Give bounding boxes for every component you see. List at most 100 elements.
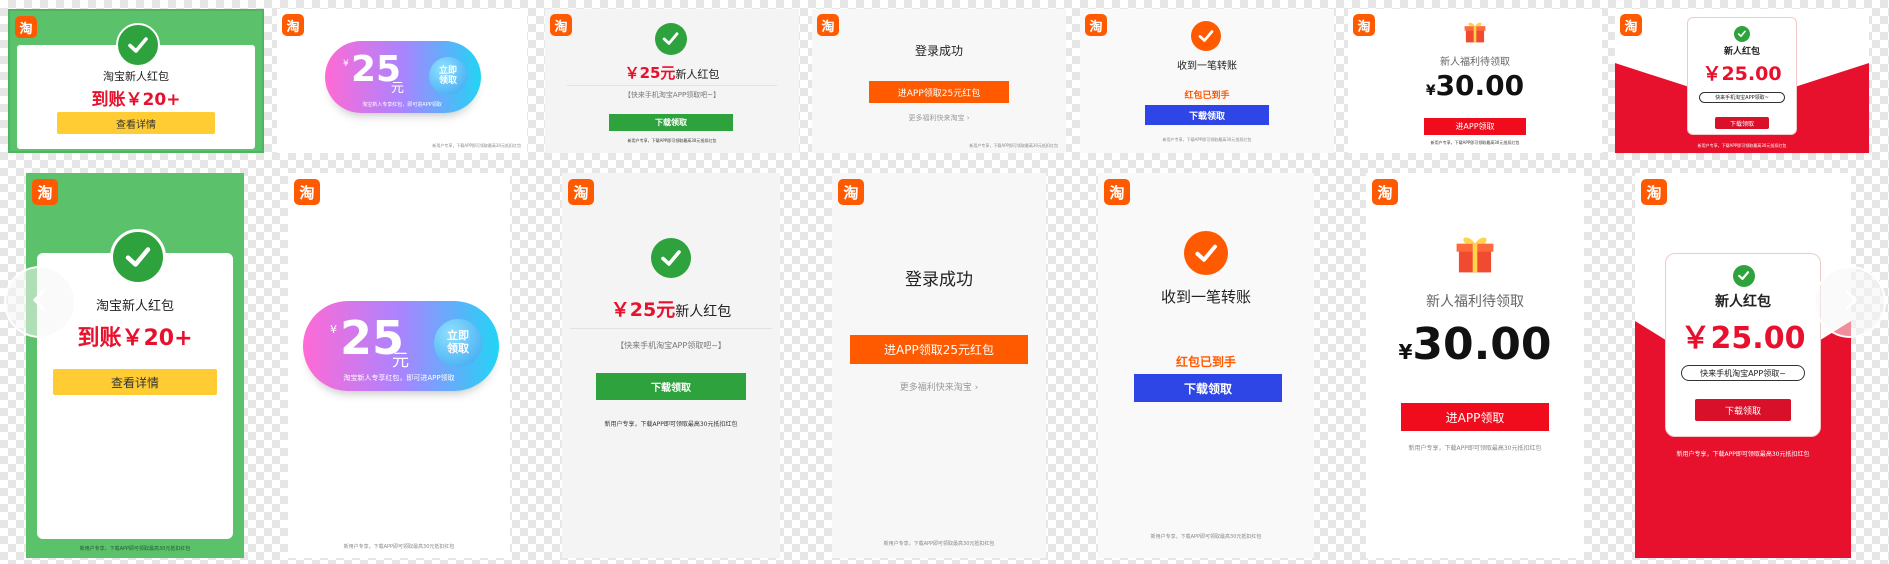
download-claim-button[interactable]: 下载领取 (596, 373, 746, 400)
check-icon (1733, 265, 1755, 287)
footer-note: 新用户专享，下载APP即可领取最高30元抵扣红包 (1150, 534, 1262, 540)
check-icon (1184, 231, 1228, 275)
thumb-card-login-success[interactable]: 淘 登录成功 进APP领取25元红包 更多福利快来淘宝 › 新用户专享，下载AP… (812, 9, 1066, 153)
preview-card-new-user-benefit[interactable]: 淘 新人福利待领取 ¥30.00 进APP领取 新用户专享，下载APP即可领取最… (1366, 173, 1584, 558)
app-tag: 快来手机淘宝APP领取~ (1699, 92, 1785, 103)
preview-card-login-success[interactable]: 淘 登录成功 进APP领取25元红包 更多福利快来淘宝 › 新用户专享，下载AP… (832, 173, 1046, 558)
download-claim-button[interactable]: 下载领取 (1134, 374, 1282, 402)
check-icon (651, 238, 691, 278)
footer-note: 新用户专享，下载APP即可领取最高30元抵扣红包 (604, 421, 738, 428)
enter-app-button[interactable]: 进APP领取25元红包 (869, 81, 1009, 103)
carousel-prev-button[interactable] (4, 266, 76, 338)
card-title: 收到一笔转账 (1177, 61, 1237, 72)
taobao-logo-icon: 淘 (282, 14, 304, 36)
more-benefits-link[interactable]: 更多福利快来淘宝 › (812, 113, 1066, 123)
taobao-logo-icon: 淘 (32, 179, 58, 205)
taobao-logo-icon: 淘 (568, 179, 594, 205)
card-title: 收到一笔转账 (1160, 288, 1251, 306)
enter-app-claim-button[interactable]: 进APP领取 (1424, 118, 1526, 135)
taobao-logo-icon: 淘 (1104, 179, 1130, 205)
download-claim-button[interactable]: 下载领取 (1145, 105, 1269, 125)
check-icon (655, 23, 687, 55)
preview-card-download-green[interactable]: 淘 ￥25元新人红包 【快来手机淘宝APP领取吧~】 下载领取 新用户专享，下载… (562, 173, 780, 558)
check-icon (110, 229, 166, 285)
more-benefits-link[interactable]: 更多福利快来淘宝 › (832, 380, 1046, 393)
bubble-line1: 立即 (438, 65, 457, 76)
preview-card-green-envelope[interactable]: 淘 淘宝新人红包 到账￥20+ 查看详情 新用户专享，下载APP即可领取最高30… (26, 173, 244, 558)
taobao-logo-icon: 淘 (1620, 14, 1642, 36)
currency-symbol: ¥ (1425, 83, 1436, 99)
preview-card-gradient-pill[interactable]: 淘 ¥ 25 元 立即 领取 淘宝新人专享红包，即可进APP领取 新用户专享，下载… (288, 173, 510, 558)
thumb-card-transfer-received[interactable]: 淘 收到一笔转账 红包已到手 下载领取 新用户专享，下载APP即可领取最高30元… (1080, 9, 1334, 153)
footer-note: 新用户专享，下载APP即可领取最高30元抵扣红包 (1697, 143, 1787, 148)
preview-card-transfer-received[interactable]: 淘 收到一笔转账 红包已到手 下载领取 新用户专享，下载APP即可领取最高30元… (1098, 173, 1314, 558)
amount-line: ¥30.00 (1348, 69, 1602, 102)
claim-now-button[interactable]: 立即 领取 (434, 319, 482, 367)
bubble-line2: 领取 (438, 76, 457, 86)
amount-line: ¥30.00 (1366, 319, 1584, 370)
footer-note: 新用户专享，下载APP即可领取最高30元抵扣红包 (1676, 451, 1810, 458)
pill-subtitle: 淘宝新人专享红包，即可进APP领取 (362, 102, 442, 108)
taobao-logo-icon: 淘 (817, 14, 839, 36)
card-title: 新人福利待领取 (1440, 57, 1510, 68)
check-icon (1191, 21, 1221, 51)
download-claim-button[interactable]: 下载领取 (1715, 117, 1769, 129)
download-claim-button[interactable]: 下载领取 (609, 114, 733, 131)
bubble-line1: 立即 (447, 329, 469, 343)
chevron-left-icon (27, 287, 53, 317)
enter-app-button[interactable]: 进APP领取25元红包 (850, 335, 1028, 364)
thumb-card-green-envelope[interactable]: 淘 淘宝新人红包 到账￥20+ 查看详情 (8, 9, 264, 153)
subtitle-text: 【快来手机淘宝APP领取吧~】 (616, 341, 726, 350)
divider (570, 328, 772, 329)
enter-app-claim-button[interactable]: 进APP领取 (1401, 403, 1549, 431)
amount-number: 30.00 (1435, 69, 1525, 102)
thumb-card-new-user-benefit[interactable]: 淘 新人福利待领取 ¥30.00 进APP领取 新用户专享，下载APP即可领取最… (1348, 9, 1602, 153)
gift-box-icon (1452, 231, 1498, 277)
card-title: 新人红包 (1723, 47, 1760, 57)
footer-note: 新用户专享，下载APP即可领取最高30元抵扣红包 (883, 541, 995, 547)
footer-note: 新用户专享，下载APP即可领取最高30元抵扣红包 (1430, 140, 1520, 145)
taobao-logo-icon: 淘 (550, 14, 572, 36)
currency-symbol: ¥ (1398, 340, 1413, 364)
footer-note: 新用户专享，下载APP即可领取最高30元抵扣红包 (343, 544, 455, 550)
footer-note: 新用户专享，下载APP即可领取最高30元抵扣红包 (79, 546, 191, 552)
card-title: 新人红包 (675, 68, 720, 81)
card-title: 新人红包 (675, 304, 732, 320)
taobao-logo-icon: 淘 (1085, 14, 1107, 36)
amount-unit: 元 (392, 351, 409, 371)
view-details-button[interactable]: 查看详情 (57, 112, 215, 134)
status-text: 红包已到手 (1184, 91, 1230, 101)
status-text: 红包已到手 (1175, 355, 1236, 369)
footer-note: 新用户专享，下载APP即可领取最高30元抵扣红包 (432, 143, 521, 148)
check-icon (116, 23, 160, 67)
pill-subtitle: 淘宝新人专享红包，即可进APP领取 (343, 374, 455, 382)
claim-now-button[interactable]: 立即 领取 (429, 57, 467, 95)
thumb-card-red-envelope[interactable]: 淘 新人红包 ￥25.00 快来手机淘宝APP领取~ 下载领取 新用户专享，下载… (1615, 9, 1869, 153)
footer-note: 新用户专享，下载APP即可领取最高30元抵扣红包 (1162, 137, 1252, 142)
subtitle-text: 【快来手机淘宝APP领取吧~】 (623, 91, 721, 99)
amount-number: 30.00 (1412, 319, 1552, 370)
footer-note: 新用户专享，下载APP即可领取最高30元抵扣红包 (969, 143, 1058, 148)
taobao-logo-icon: 淘 (1353, 14, 1375, 36)
amount-text: ￥25元 (624, 64, 676, 82)
currency-symbol: ¥ (330, 323, 337, 336)
footer-note: 新用户专享，下载APP即可领取最高30元抵扣红包 (627, 138, 717, 143)
carousel-next-button[interactable] (1814, 266, 1886, 338)
divider (567, 85, 777, 86)
amount-text: 到账￥20+ (91, 90, 181, 110)
chevron-right-icon (1837, 287, 1863, 317)
taobao-logo-icon: 淘 (15, 16, 37, 38)
check-icon (1734, 26, 1750, 42)
app-tag: 快来手机淘宝APP领取~ (1681, 365, 1805, 381)
amount-text: ￥25.00 (1702, 63, 1782, 85)
thumb-card-download-green[interactable]: 淘 ￥25元新人红包 【快来手机淘宝APP领取吧~】 下载领取 新用户专享，下载… (545, 9, 799, 153)
view-details-button[interactable]: 查看详情 (53, 369, 217, 395)
download-claim-button[interactable]: 下载领取 (1695, 399, 1791, 421)
thumb-card-gradient-pill[interactable]: 淘 ¥ 25 元 立即 领取 淘宝新人专享红包，即可进APP领取 新用户专享，下载… (277, 9, 527, 153)
footer-note: 新用户专享，下载APP即可领取最高30元抵扣红包 (1408, 445, 1542, 452)
amount-title-line: ￥25元新人红包 (562, 295, 780, 322)
card-title: 淘宝新人红包 (103, 70, 169, 83)
preview-card-red-envelope[interactable]: 淘 新人红包 ￥25.00 快来手机淘宝APP领取~ 下载领取 新用户专享，下载… (1635, 173, 1851, 558)
taobao-logo-icon: 淘 (1372, 179, 1398, 205)
amount-unit: 元 (391, 81, 405, 96)
